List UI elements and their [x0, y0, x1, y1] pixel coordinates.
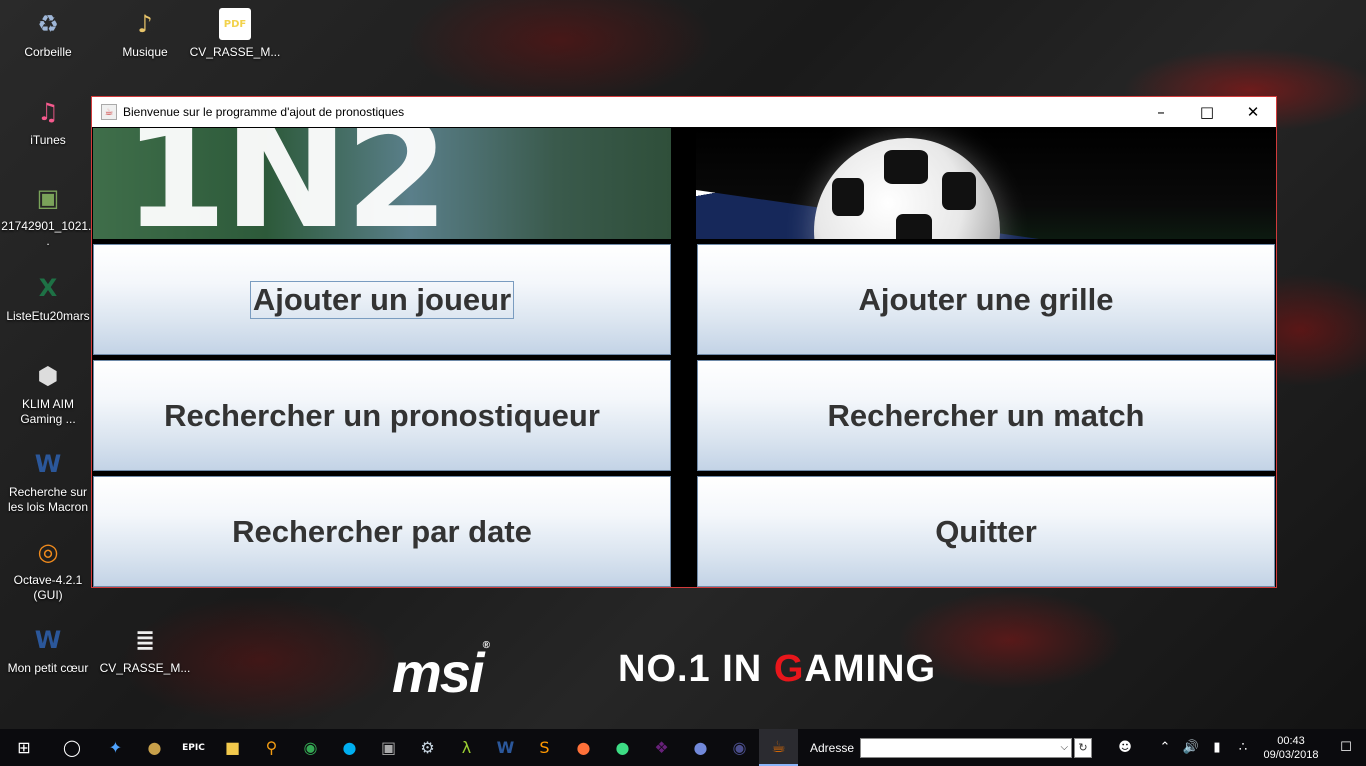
- search-forecaster-label: Rechercher un pronostiqueur: [164, 397, 600, 433]
- window-titlebar[interactable]: ☕ Bienvenue sur le programme d'ajout de …: [92, 97, 1276, 127]
- desktop-file-icon: ♻: [37, 10, 59, 38]
- add-grid-button[interactable]: Ajouter une grille: [697, 244, 1275, 355]
- desktop-icon-label: Corbeille: [24, 45, 72, 59]
- add-player-button[interactable]: Ajouter un joueur: [93, 244, 671, 355]
- banner-football: [696, 128, 1276, 239]
- firefox-icon[interactable]: ●: [564, 729, 603, 766]
- desktop-icon[interactable]: X ListeEtu20mars: [1, 272, 95, 324]
- desktop-icon-label: Octave-4.2.1 (GUI): [13, 573, 83, 602]
- desktop-icon[interactable]: ♫ iTunes: [1, 96, 95, 148]
- address-input[interactable]: ⌵: [860, 737, 1073, 758]
- lambda-app-icon[interactable]: λ: [447, 729, 486, 766]
- android-studio-icon[interactable]: ●: [603, 729, 642, 766]
- banner-1n2: 1N2: [93, 128, 671, 239]
- taskbar: ⊞ ◯ ✦ ● EPIC ■ ⚲ ◉ ● ▣ ⚙ λ W S ● ● ❖ ● ◉…: [0, 729, 1366, 766]
- desktop-icon-label: ListeEtu20mars: [6, 309, 90, 323]
- desktop-file-icon: ◎: [37, 538, 59, 566]
- desktop-file-icon: W: [34, 626, 62, 654]
- sublime-icon[interactable]: S: [525, 729, 564, 766]
- search-date-button[interactable]: Rechercher par date: [93, 476, 671, 587]
- desktop-icon[interactable]: PDF CV_RASSE_M...: [188, 8, 282, 60]
- search-forecaster-button[interactable]: Rechercher un pronostiqueur: [93, 360, 671, 471]
- close-button[interactable]: ✕: [1230, 97, 1276, 127]
- desktop-icon[interactable]: ♪ Musique: [98, 8, 192, 60]
- eclipse-icon[interactable]: ◉: [720, 729, 759, 766]
- clock[interactable]: 00:43 09/03/2018: [1256, 734, 1326, 762]
- desktop-file-icon: PDF: [219, 8, 251, 40]
- file-explorer-icon[interactable]: ■: [213, 729, 252, 766]
- app-window: ☕ Bienvenue sur le programme d'ajout de …: [91, 96, 1277, 588]
- football-image: [814, 138, 1000, 239]
- java-app-taskbar-icon[interactable]: ☕: [759, 729, 798, 766]
- msi-logo: msi®: [392, 640, 490, 704]
- minimize-button[interactable]: –: [1138, 97, 1184, 127]
- quit-button[interactable]: Quitter: [697, 476, 1275, 587]
- quit-label: Quitter: [935, 513, 1037, 549]
- desktop-icon[interactable]: ♻ Corbeille: [1, 8, 95, 60]
- discord-icon[interactable]: ●: [681, 729, 720, 766]
- word-icon[interactable]: W: [486, 729, 525, 766]
- search-app-icon[interactable]: ⚲: [252, 729, 291, 766]
- epic-games-icon[interactable]: EPIC: [174, 729, 213, 766]
- chevron-down-icon[interactable]: ⌵: [1060, 742, 1068, 753]
- search-match-button[interactable]: Rechercher un match: [697, 360, 1275, 471]
- banner-1n2-text: 1N2: [123, 128, 449, 239]
- desktop-icon-label: iTunes: [30, 133, 66, 147]
- steam-icon[interactable]: ⚙: [408, 729, 447, 766]
- search-match-label: Rechercher un match: [827, 397, 1145, 433]
- java-app-icon: ☕: [101, 104, 117, 120]
- desktop-file-icon: ≣: [134, 626, 156, 654]
- system-tray: ☻ ⌃ 🔊 ▮ ∴ 00:43 09/03/2018 ☐: [1112, 729, 1366, 766]
- battery-icon[interactable]: ▮: [1204, 740, 1230, 755]
- desktop-icon-label: Recherche sur les lois Macron: [7, 485, 89, 514]
- people-icon[interactable]: ☻: [1112, 740, 1138, 755]
- desktop-file-icon: ♫: [37, 98, 59, 126]
- msi-slogan: NO.1 IN GAMING: [618, 648, 937, 690]
- desktop-icon[interactable]: ≣ CV_RASSE_M...: [98, 624, 192, 676]
- desktop-icon-label: CV_RASSE_M...: [189, 45, 281, 59]
- desktop-icon-label: Mon petit cœur: [7, 661, 89, 675]
- desktop-icon[interactable]: ◎ Octave-4.2.1 (GUI): [1, 536, 95, 603]
- desktop-icon[interactable]: ⬢ KLIM AIM Gaming ...: [1, 360, 95, 427]
- geforce-icon[interactable]: ▣: [369, 729, 408, 766]
- cortana-icon[interactable]: ◯: [48, 729, 96, 766]
- clock-time: 00:43: [1277, 734, 1305, 747]
- notifications-icon[interactable]: ☐: [1326, 740, 1366, 755]
- add-grid-label: Ajouter une grille: [858, 281, 1114, 317]
- desktop-icon[interactable]: ▣ 21742901_1021...: [1, 182, 95, 249]
- desktop-file-icon: ▣: [36, 184, 60, 212]
- desktop-file-icon: ♪: [137, 10, 153, 38]
- address-label: Adresse: [810, 740, 855, 755]
- desktop-file-icon: X: [38, 274, 58, 302]
- network-app-icon[interactable]: ✦: [96, 729, 135, 766]
- clock-date: 09/03/2018: [1263, 748, 1319, 761]
- desktop-icon-label: Musique: [122, 45, 168, 59]
- search-date-label: Rechercher par date: [232, 513, 532, 549]
- chevron-up-icon[interactable]: ⌃: [1152, 740, 1178, 755]
- league-icon[interactable]: ●: [135, 729, 174, 766]
- add-player-label: Ajouter un joueur: [249, 280, 515, 319]
- desktop-icon-label: KLIM AIM Gaming ...: [20, 397, 76, 426]
- desktop-icon[interactable]: W Recherche sur les lois Macron: [1, 448, 95, 515]
- network-icon[interactable]: ∴: [1230, 740, 1256, 755]
- volume-icon[interactable]: 🔊: [1178, 740, 1204, 755]
- start-button[interactable]: ⊞: [0, 729, 48, 766]
- refresh-icon[interactable]: ↻: [1074, 737, 1093, 758]
- chrome-icon[interactable]: ◉: [291, 729, 330, 766]
- desktop-icon-label: 21742901_1021...: [1, 219, 95, 248]
- desktop-file-icon: W: [34, 450, 62, 478]
- desktop-file-icon: ⬢: [37, 362, 59, 390]
- skype-icon[interactable]: ●: [330, 729, 369, 766]
- window-title: Bienvenue sur le programme d'ajout de pr…: [123, 105, 405, 119]
- desktop-icon-label: CV_RASSE_M...: [99, 661, 191, 675]
- desktop-icon[interactable]: W Mon petit cœur: [1, 624, 95, 676]
- visual-studio-icon[interactable]: ❖: [642, 729, 681, 766]
- maximize-button[interactable]: □: [1184, 97, 1230, 127]
